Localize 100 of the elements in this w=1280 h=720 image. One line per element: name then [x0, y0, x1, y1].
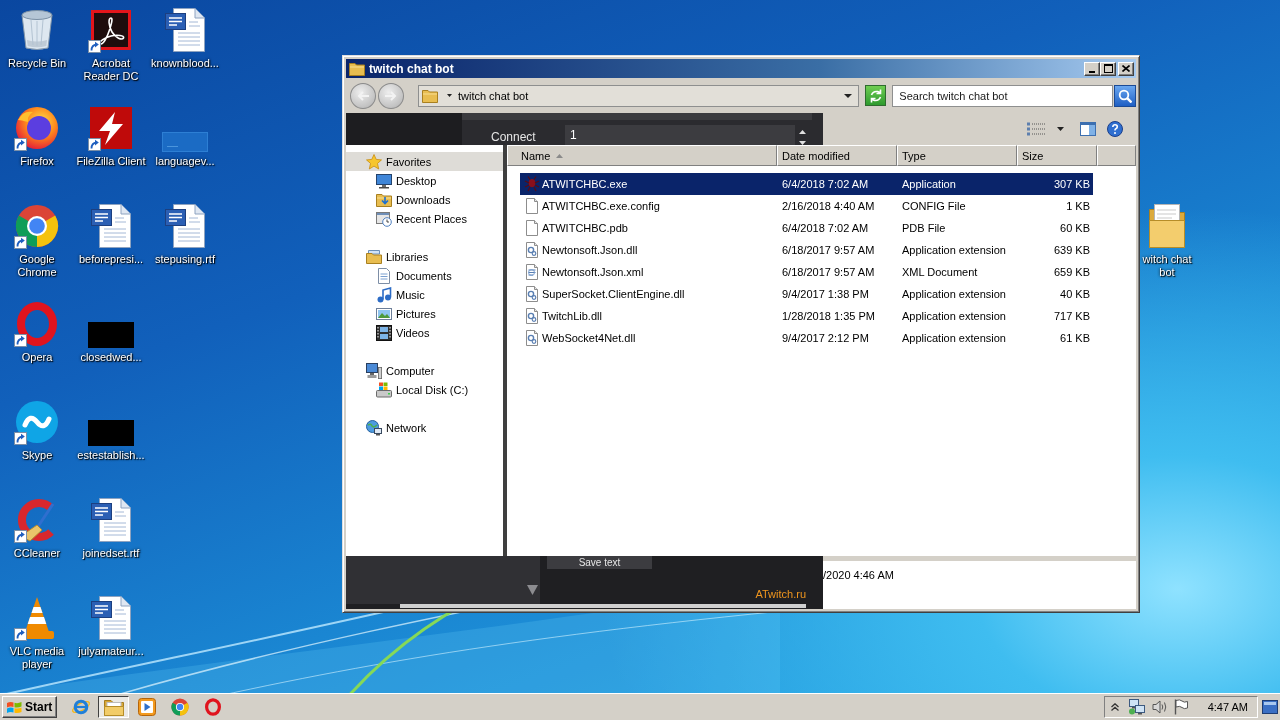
- film-icon: [376, 324, 392, 341]
- nav-item[interactable]: Libraries: [366, 247, 429, 266]
- word-document-icon[interactable]: [165, 8, 205, 52]
- word-document-icon[interactable]: [91, 498, 131, 542]
- date-modified: 2/16/2018 4:40 AM: [782, 200, 875, 212]
- search-button[interactable]: [1114, 84, 1136, 107]
- icon-label[interactable]: Recycle Bin: [7, 57, 67, 70]
- network-globe-icon: [366, 419, 382, 436]
- opera-logo-icon[interactable]: [17, 302, 57, 346]
- list-view-icon[interactable]: [1027, 122, 1045, 136]
- close-button[interactable]: [1118, 61, 1134, 76]
- word-document-icon[interactable]: [91, 596, 131, 640]
- nav-item[interactable]: Network: [366, 418, 427, 437]
- refresh-button[interactable]: [865, 85, 887, 106]
- icon-label[interactable]: beforepresi...: [78, 253, 144, 266]
- column-header[interactable]: Type: [897, 145, 1017, 166]
- maximize-icon: [1103, 64, 1113, 73]
- speaker-icon[interactable]: [1151, 700, 1168, 714]
- file-size: 61 KB: [1060, 332, 1090, 344]
- column-header[interactable]: Name: [507, 145, 777, 166]
- icon-label[interactable]: VLC media player: [0, 645, 74, 671]
- file-row[interactable]: Newtonsoft.Json.xml 6/18/2017 9:57 AM XML Document 659 KB: [520, 261, 1093, 283]
- word-document-icon[interactable]: [165, 204, 205, 248]
- file-row[interactable]: ATWITCHBC.exe.config 2/16/2018 4:40 AM CONFIG File 1 KB: [520, 195, 1093, 217]
- nav-item[interactable]: Downloads: [376, 190, 451, 209]
- caret-icon[interactable]: [1057, 127, 1064, 131]
- folder-icon[interactable]: [1148, 203, 1186, 249]
- icon-label[interactable]: Acrobat Reader DC: [74, 57, 148, 83]
- thumbnail-icon[interactable]: [88, 322, 134, 348]
- thumbnail-icon[interactable]: [162, 132, 208, 152]
- file-row[interactable]: ATWITCHBC.pdb 6/4/2018 7:02 AM PDB File 60 KB: [520, 217, 1093, 239]
- preview-pane-icon[interactable]: [1080, 122, 1096, 136]
- icon-label[interactable]: Google Chrome: [0, 253, 74, 279]
- file-row[interactable]: WebSocket4Net.dll 9/4/2017 2:12 PM Application extension 61 KB: [520, 327, 1093, 349]
- file-row[interactable]: SuperSocket.ClientEngine.dll 9/4/2017 1:38 PM Application extension 40 KB: [520, 283, 1093, 305]
- nav-item[interactable]: Favorites: [346, 152, 503, 171]
- horizontal-scrollbar[interactable]: [400, 604, 806, 608]
- start-button[interactable]: Start: [2, 696, 58, 718]
- nav-item[interactable]: Music: [376, 285, 425, 304]
- file-size: 717 KB: [1053, 310, 1090, 322]
- file-row[interactable]: Newtonsoft.Json.dll 6/18/2017 9:57 AM Application extension 639 KB: [520, 239, 1093, 261]
- icon-label[interactable]: languagev...: [155, 155, 215, 168]
- thumbnail-icon[interactable]: [88, 420, 134, 446]
- acrobat-logo-icon[interactable]: [91, 10, 131, 50]
- minimize-button[interactable]: [1084, 61, 1100, 76]
- caret-up-icon[interactable]: [799, 130, 806, 134]
- arrow-right-icon: [384, 90, 397, 101]
- download-folder-icon: [376, 191, 392, 208]
- icon-label[interactable]: FileZilla Client: [76, 155, 146, 168]
- address-bar[interactable]: twitch chat bot: [417, 84, 860, 107]
- chevron-up-icon[interactable]: [1110, 703, 1119, 711]
- firefox-logo-icon[interactable]: [15, 106, 59, 150]
- help-icon[interactable]: [1107, 121, 1123, 137]
- date-modified: 6/4/2018 7:02 AM: [782, 178, 869, 190]
- nav-item[interactable]: Local Disk (C:): [376, 380, 469, 399]
- icon-label[interactable]: Firefox: [20, 155, 54, 168]
- website-link[interactable]: ATwitch.ru: [755, 588, 806, 601]
- file-name: Newtonsoft.Json.dll: [542, 244, 638, 256]
- clock[interactable]: 4:47 AM: [1207, 701, 1248, 713]
- icon-label[interactable]: julyamateur...: [78, 645, 144, 658]
- save-text-button[interactable]: Save text: [547, 556, 652, 569]
- date-modified: 9/4/2017 2:12 PM: [782, 332, 869, 344]
- number-field[interactable]: 1: [565, 125, 795, 145]
- nav-item[interactable]: Documents: [376, 266, 452, 285]
- search-field[interactable]: Search twitch chat bot: [892, 84, 1114, 107]
- icon-label[interactable]: CCleaner: [13, 547, 61, 560]
- chrome-logo-icon[interactable]: [15, 204, 59, 248]
- show-desktop-icon[interactable]: [1262, 700, 1278, 714]
- icon-label[interactable]: Skype: [21, 449, 53, 462]
- word-document-icon[interactable]: [91, 204, 131, 248]
- nav-item[interactable]: Computer: [366, 361, 435, 380]
- gear-file-icon: [524, 286, 540, 302]
- column-header[interactable]: Date modified: [777, 145, 897, 166]
- taskbar-button[interactable]: [98, 696, 130, 718]
- search-icon: [1118, 88, 1132, 103]
- skype-logo-icon[interactable]: [15, 400, 59, 444]
- icon-label[interactable]: closedwed...: [80, 351, 142, 364]
- nav-item[interactable]: Pictures: [376, 304, 436, 323]
- nav-item[interactable]: Videos: [376, 323, 430, 342]
- file-row[interactable]: ATWITCHBC.exe 6/4/2018 7:02 AM Application 307 KB: [520, 173, 1093, 195]
- icon-label[interactable]: knownblood...: [151, 57, 219, 70]
- blank-file-icon: [524, 220, 540, 236]
- filezilla-logo-icon[interactable]: [90, 107, 132, 149]
- library-folder-icon: [366, 248, 382, 265]
- icon-label[interactable]: Opera: [21, 351, 53, 364]
- gear-file-icon: [524, 330, 540, 346]
- icon-label[interactable]: witch chat bot: [1140, 253, 1194, 279]
- file-row[interactable]: TwitchLib.dll 1/28/2018 1:35 PM Application extension 717 KB: [520, 305, 1093, 327]
- trash-bin-icon[interactable]: [21, 10, 53, 50]
- star-icon: [366, 153, 382, 170]
- maximize-button[interactable]: [1100, 61, 1116, 76]
- nav-item[interactable]: Desktop: [376, 171, 437, 190]
- nav-item[interactable]: Recent Places: [376, 209, 467, 228]
- column-header[interactable]: Size: [1017, 145, 1097, 166]
- icon-label[interactable]: estestablish...: [77, 449, 145, 462]
- flag-icon[interactable]: [1173, 699, 1188, 715]
- icon-label[interactable]: joinedset.rtf: [82, 547, 140, 560]
- caret-icon[interactable]: [844, 93, 853, 98]
- network-monitors-icon[interactable]: [1128, 699, 1145, 715]
- icon-label[interactable]: stepusing.rtf: [155, 253, 215, 266]
